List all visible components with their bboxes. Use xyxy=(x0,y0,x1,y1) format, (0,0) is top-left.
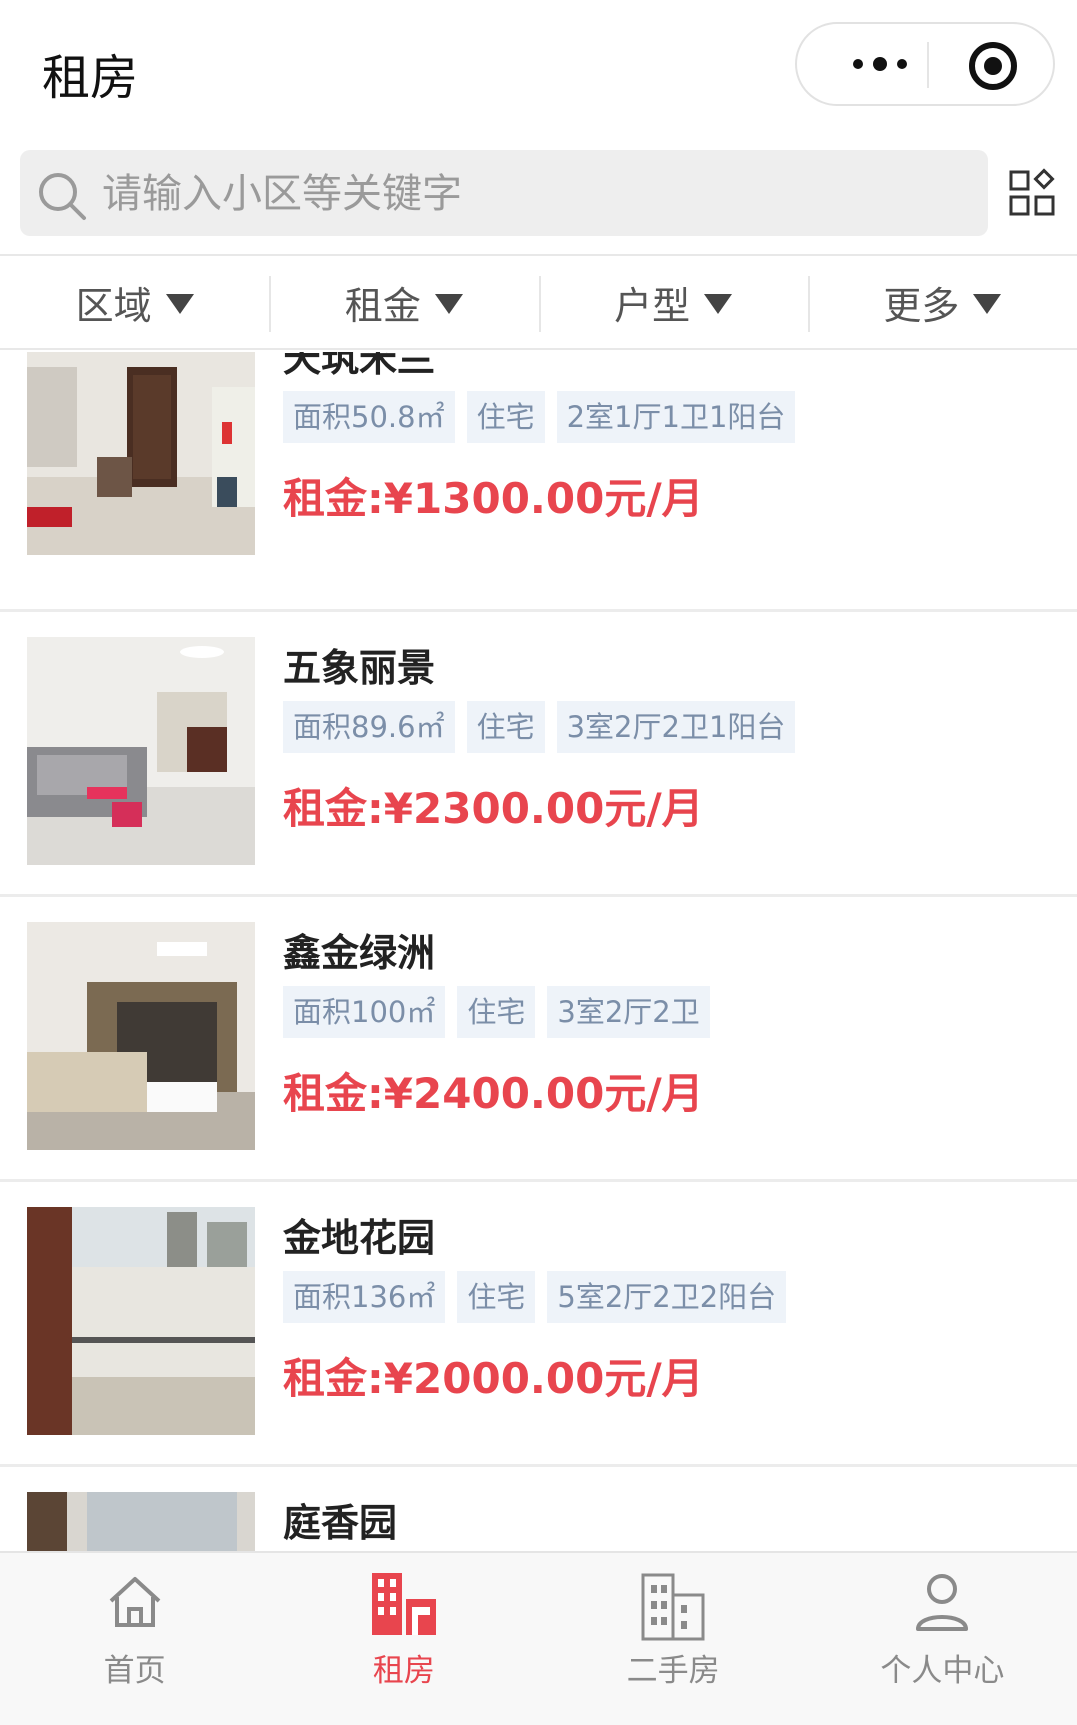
filter-layout[interactable]: 户型 xyxy=(538,256,808,348)
capsule-divider xyxy=(927,42,929,88)
listing-photo xyxy=(27,1207,255,1435)
listing-item[interactable]: 金地花园 面积136㎡ 住宅 5室2厅2卫2阳台 租金:¥2000.00元/月 xyxy=(0,1182,1077,1467)
more-menu-icon[interactable] xyxy=(835,44,925,84)
listing-tags: 面积100㎡ 住宅 3室2厅2卫 xyxy=(283,986,710,1038)
tab-label: 个人中心 xyxy=(880,1653,1005,1689)
type-tag: 住宅 xyxy=(466,701,545,753)
category-grid-icon[interactable] xyxy=(1008,168,1058,218)
listing-item[interactable]: 鑫金绿洲 面积100㎡ 住宅 3室2厅2卫 租金:¥2400.00元/月 xyxy=(0,897,1077,1182)
mini-program-capsule xyxy=(795,22,1055,106)
person-icon xyxy=(916,1574,969,1631)
layout-tag: 3室2厅2卫1阳台 xyxy=(556,701,796,753)
layout-tag: 5室2厅2卫2阳台 xyxy=(547,1271,787,1323)
dropdown-arrow-icon xyxy=(704,294,733,314)
dropdown-arrow-icon xyxy=(973,294,1002,314)
area-tag: 面积89.6㎡ xyxy=(283,701,455,753)
layout-tag: 2室1厅1卫1阳台 xyxy=(556,391,796,443)
listing-item[interactable]: 庭香园 xyxy=(0,1467,1077,1552)
tab-profile[interactable]: 个人中心 xyxy=(808,1553,1077,1725)
bottom-tab-bar: 首页 租房 二手房 个人中心 xyxy=(0,1551,1077,1725)
listing-tags: 面积50.8㎡ 住宅 2室1厅1卫1阳台 xyxy=(283,391,796,443)
type-tag: 住宅 xyxy=(457,986,536,1038)
listing-name: 鑫金绿洲 xyxy=(283,931,436,975)
tab-label: 首页 xyxy=(103,1653,166,1689)
area-tag: 面积136㎡ xyxy=(283,1271,446,1323)
page-title: 租房 xyxy=(42,50,139,106)
filter-label: 区域 xyxy=(75,283,152,328)
filter-label: 户型 xyxy=(614,283,691,328)
search-icon xyxy=(39,173,86,220)
search-bar xyxy=(20,150,988,236)
rent-building-icon xyxy=(371,1573,436,1635)
filter-label: 租金 xyxy=(344,283,421,328)
filter-more[interactable]: 更多 xyxy=(807,256,1077,348)
listing-photo xyxy=(27,1492,255,1552)
filter-label: 更多 xyxy=(883,283,960,328)
listing-tags: 面积89.6㎡ 住宅 3室2厅2卫1阳台 xyxy=(283,701,796,753)
nav-bar: 租房 xyxy=(0,0,1077,140)
dropdown-arrow-icon xyxy=(165,294,194,314)
tab-label: 二手房 xyxy=(626,1653,720,1689)
listing-item[interactable]: 天筑米兰 面积50.8㎡ 住宅 2室1厅1卫1阳台 租金:¥1300.00元/月 xyxy=(0,352,1077,612)
filter-region[interactable]: 区域 xyxy=(0,256,269,348)
tab-second-hand[interactable]: 二手房 xyxy=(539,1553,808,1725)
tab-home[interactable]: 首页 xyxy=(0,1553,269,1725)
listing-photo xyxy=(27,352,255,555)
filter-rent[interactable]: 租金 xyxy=(269,256,538,348)
listing-photo xyxy=(27,637,255,865)
area-tag: 面积100㎡ xyxy=(283,986,446,1038)
listing-price: 租金:¥2000.00元/月 xyxy=(283,1354,704,1403)
type-tag: 住宅 xyxy=(466,391,545,443)
tab-label: 租房 xyxy=(372,1653,435,1689)
listing-name: 庭香园 xyxy=(283,1501,398,1545)
search-input[interactable] xyxy=(100,162,964,226)
listing-name: 天筑米兰 xyxy=(283,352,436,380)
tab-rent[interactable]: 租房 xyxy=(269,1553,538,1725)
listing-item[interactable]: 五象丽景 面积89.6㎡ 住宅 3室2厅2卫1阳台 租金:¥2300.00元/月 xyxy=(0,612,1077,897)
home-icon xyxy=(109,1577,160,1627)
layout-tag: 3室2厅2卫 xyxy=(547,986,710,1038)
area-tag: 面积50.8㎡ xyxy=(283,391,455,443)
listing-name: 五象丽景 xyxy=(283,646,436,690)
close-target-icon[interactable] xyxy=(969,42,1017,90)
listing-photo xyxy=(27,922,255,1150)
listing-price: 租金:¥2400.00元/月 xyxy=(283,1069,704,1118)
listing-tags: 面积136㎡ 住宅 5室2厅2卫2阳台 xyxy=(283,1271,787,1323)
listing-price: 租金:¥1300.00元/月 xyxy=(283,474,704,523)
dropdown-arrow-icon xyxy=(434,294,463,314)
listing-name: 金地花园 xyxy=(283,1216,436,1260)
type-tag: 住宅 xyxy=(457,1271,536,1323)
listing-list: 天筑米兰 面积50.8㎡ 住宅 2室1厅1卫1阳台 租金:¥1300.00元/月… xyxy=(0,352,1077,1552)
building-icon xyxy=(641,1573,705,1641)
filter-bar: 区域 租金 户型 更多 xyxy=(0,254,1077,350)
listing-price: 租金:¥2300.00元/月 xyxy=(283,784,704,833)
